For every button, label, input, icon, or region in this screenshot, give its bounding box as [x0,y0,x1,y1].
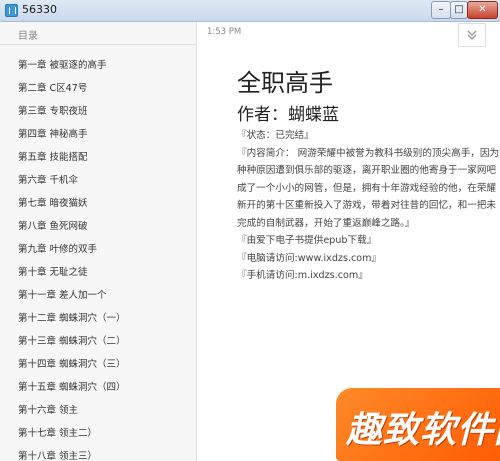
toc-item[interactable]: 第十四章 蜘蛛洞穴（三） [18,356,126,379]
toc-item[interactable]: 第十八章 领主三） [18,448,126,461]
watermark-logo: 趣致软件园 [336,388,500,461]
toc-item[interactable]: 第十一章 差人加一个 [18,287,126,310]
toc-item[interactable]: 第七章 暗夜猫妖 [18,195,126,218]
toc-list: 第一章 被驱逐的高手 第二章 C区47号 第三章 专职夜班 第四章 神秘高手 第… [18,57,126,461]
collapse-toc-button[interactable] [458,23,486,47]
toc-item[interactable]: 第十章 无耻之徒 [18,264,126,287]
toc-item[interactable]: 第十六章 领主 [18,402,126,425]
toc-item[interactable]: 第十五章 蜘蛛洞穴（四） [18,379,126,402]
book-title: 全职高手 [237,69,333,97]
toc-header: 目录 [18,31,38,42]
watermark-text: 趣致软件园 [346,410,500,451]
toc-item[interactable]: 第十七章 领主二） [18,425,126,448]
toc-item[interactable]: 第四章 神秘高手 [18,126,126,149]
minimize-button[interactable]: – [431,1,451,19]
toc-item[interactable]: 第六章 千机伞 [18,172,126,195]
toc-item[interactable]: 第八章 鱼死网破 [18,218,126,241]
mobile-url-line: 『手机请访问:m.ixdzs.com』 [237,270,368,281]
pc-url-line: 『电脑请访问:www.ixdzs.com』 [237,252,382,264]
book-author: 作者：蝴蝶蓝 [237,105,339,125]
window-title: 56330 [22,3,57,16]
toc-item[interactable]: 第二章 C区47号 [18,80,126,103]
close-button[interactable]: ✕ [467,1,498,19]
intro-paragraph: 『内容简介： 网游荣耀中被誉为教科书级别的顶尖高手，因为种种原因遭到俱乐部的驱逐… [237,147,500,229]
status-line: 『状态：已完结』 [237,130,314,141]
app-icon [5,4,18,17]
toc-sidebar: 目录 第一章 被驱逐的高手 第二章 C区47号 第三章 专职夜班 第四章 神秘高… [0,22,197,461]
clock-time: 1:53 PM [207,27,242,37]
source-line: 『由爱下电子书提供epub下载』 [237,235,377,246]
maximize-button[interactable]: □ [450,1,468,19]
book-body: 『状态：已完结』 『内容简介： 网游荣耀中被誉为教科书级别的顶尖高手，因为种种原… [237,127,500,285]
toc-item[interactable]: 第五章 技能搭配 [18,149,126,172]
double-chevron-down-icon [467,30,477,40]
toc-item[interactable]: 第九章 叶修的双手 [18,241,126,264]
toc-item[interactable]: 第十三章 蜘蛛洞穴（二） [18,333,126,356]
toc-item[interactable]: 第一章 被驱逐的高手 [18,57,126,80]
toc-item[interactable]: 第三章 专职夜班 [18,103,126,126]
window-titlebar: 56330 – □ ✕ [0,0,500,22]
toc-item[interactable]: 第十二章 蜘蛛洞穴（一） [18,310,126,333]
toc-divider [0,44,196,45]
